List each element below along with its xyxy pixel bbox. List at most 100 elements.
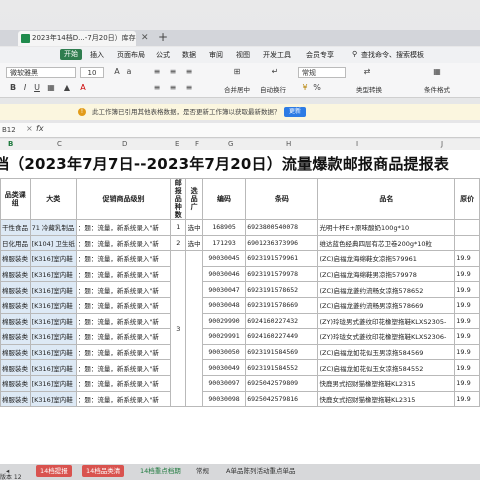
cell-product-name[interactable]: 快鹿女式招财猫橡塑拖鞋KL2315 — [317, 390, 456, 408]
table-row[interactable]: 日化用品 [K104] 卫生纸 ：题：流量，新系统录入"新 2 选中 17129… — [0, 234, 480, 252]
cell-product-name[interactable]: 维达蓝色经典四层有芯卫卷200g*10粒 — [317, 234, 456, 252]
type-convert-label[interactable]: 类型转换 — [356, 84, 382, 94]
cell-original-price[interactable]: 19.9 — [454, 312, 480, 330]
menu-member[interactable]: 会员专享 — [306, 50, 334, 60]
align-right-icon[interactable]: ≡ — [184, 83, 194, 93]
header-category-group[interactable]: 品类课组 — [0, 178, 31, 220]
sheet-tab-14-report[interactable]: 14档提报 — [36, 465, 72, 477]
cell-barcode[interactable]: 6925042579809 — [245, 374, 319, 392]
cell-category-group[interactable]: 棉服装类 — [0, 312, 31, 330]
cell-major-class[interactable]: [K316]室内鞋 — [29, 281, 77, 298]
cell-barcode[interactable]: 6923191578652 — [245, 281, 319, 298]
cell-original-price[interactable]: 19.9 — [454, 265, 480, 283]
cell-category-group[interactable]: 棉服装类 — [0, 343, 31, 361]
type-convert-icon[interactable]: ⇄ — [362, 67, 372, 77]
merge-center-label[interactable]: 合并居中 — [224, 84, 250, 94]
cell-barcode[interactable]: 6923191584569 — [245, 343, 319, 361]
cell-major-class[interactable]: 71 冷藏乳制品 — [29, 219, 77, 236]
header-original-price[interactable]: 原价 — [454, 178, 480, 220]
cell-original-price[interactable]: 19.9 — [454, 343, 480, 361]
font-color-icon[interactable]: A — [78, 83, 88, 93]
font-size-select[interactable]: 10 — [80, 67, 104, 78]
cell-code[interactable]: 168905 — [201, 219, 247, 236]
cell-promo-level[interactable]: ：题：流量，新系统录入"新 — [75, 359, 172, 376]
close-tab-icon[interactable]: ✕ — [141, 31, 149, 46]
cell-barcode[interactable]: 6923191579978 — [245, 265, 319, 283]
cell-code[interactable]: 90030047 — [201, 281, 247, 298]
cell-product-name[interactable]: (ZY)玲珑女式菱纹印花橡塑拖鞋KLXS2306- — [317, 328, 456, 345]
cancel-formula-icon[interactable]: × — [26, 124, 33, 133]
bold-icon[interactable]: B — [8, 83, 18, 93]
sheet-grid[interactable]: 档（2023年7月7日--2023年7月20日）流量爆款邮报商品提报表 品类课组… — [0, 150, 480, 464]
table-row[interactable]: 棉服装类 [K316]室内鞋 ：题：流量，新系统录入"新 90029991 69… — [0, 328, 480, 345]
cell-major-class[interactable]: [K316]室内鞋 — [29, 374, 77, 392]
cell-barcode[interactable]: 6925042579816 — [245, 390, 319, 408]
cell-promo-level[interactable]: ：题：流量，新系统录入"新 — [75, 296, 172, 314]
search-icon[interactable]: ⚲ — [352, 50, 357, 58]
align-left-icon[interactable]: ≡ — [152, 83, 162, 93]
column-header-f[interactable]: F — [195, 140, 199, 148]
cell-product-name[interactable]: 光明十杯E+原味酸奶100g*10 — [317, 219, 456, 236]
cell-code[interactable]: 90029991 — [201, 328, 247, 345]
cell-product-name[interactable]: (ZC)启福龙如花似玉女凉拖584552 — [317, 359, 456, 376]
cell-major-class[interactable]: [K316]室内鞋 — [29, 265, 77, 283]
cell-barcode[interactable]: 6924160227432 — [245, 312, 319, 330]
underline-icon[interactable]: U — [32, 83, 42, 93]
cell-major-class[interactable]: [K316]室内鞋 — [29, 250, 77, 267]
cell-major-class[interactable]: [K316]室内鞋 — [29, 343, 77, 361]
menu-page-layout[interactable]: 页面布局 — [117, 50, 145, 60]
cell-category-group[interactable]: 棉服装类 — [0, 359, 31, 376]
align-middle-icon[interactable]: ≡ — [168, 67, 178, 77]
column-header-c[interactable]: C — [57, 140, 62, 148]
table-row[interactable]: 棉服装类 [K316]室内鞋 ：题：流量，新系统录入"新 90030098 69… — [0, 390, 480, 408]
header-barcode[interactable]: 条码 — [245, 178, 319, 220]
cell-original-price[interactable]: 19.9 — [454, 328, 480, 345]
cell-select[interactable] — [185, 250, 203, 408]
column-header-j[interactable]: J — [441, 140, 443, 148]
table-row[interactable]: 棉服装类 [K316]室内鞋 ：题：流量，新系统录入"新 90030047 69… — [0, 281, 480, 298]
cell-code[interactable]: 90030048 — [201, 296, 247, 314]
table-row[interactable]: 棉服装类 [K316]室内鞋 ：题：流量，新系统录入"新 90029990 69… — [0, 312, 480, 330]
cell-barcode[interactable]: 6923191578669 — [245, 296, 319, 314]
wrap-text-label[interactable]: 自动换行 — [260, 84, 286, 94]
table-row[interactable]: 棉服装类 [K316]室内鞋 ：题：流量，新系统录入"新 90030048 69… — [0, 296, 480, 314]
column-header-h[interactable]: H — [286, 140, 291, 148]
cell-major-class[interactable]: [K316]室内鞋 — [29, 328, 77, 345]
cell-promo-level[interactable]: ：题：流量，新系统录入"新 — [75, 343, 172, 361]
sheet-tab-14-category[interactable]: 14档品类清 — [82, 465, 125, 477]
cell-promo-level[interactable]: ：题：流量，新系统录入"新 — [75, 312, 172, 330]
cell-original-price[interactable]: 19.9 — [454, 390, 480, 408]
number-format-select[interactable]: 常规 — [298, 67, 346, 78]
grow-font-icon[interactable]: A — [112, 67, 122, 77]
cell-major-class[interactable]: [K316]室内鞋 — [29, 359, 77, 376]
cell-product-name[interactable]: (ZY)玲珑男式菱纹印花橡塑拖鞋KLXS2305- — [317, 312, 456, 330]
table-row[interactable]: 干性食品 71 冷藏乳制品 ：题：流量，新系统录入"新 1 选中 168905 … — [0, 219, 480, 236]
cell-barcode[interactable]: 6924160227449 — [245, 328, 319, 345]
cell-product-name[interactable]: (ZC)启福龙海绵鞋男凉拖579978 — [317, 265, 456, 283]
italic-icon[interactable]: I — [20, 83, 30, 93]
menu-data[interactable]: 数据 — [182, 50, 196, 60]
cell-code[interactable]: 90030045 — [201, 250, 247, 267]
cell-product-name[interactable]: (ZC)启福龙海绵鞋女凉拖579961 — [317, 250, 456, 267]
cell-code[interactable]: 90029990 — [201, 312, 247, 330]
cell-original-price[interactable]: 19.9 — [454, 250, 480, 267]
menu-developer[interactable]: 开发工具 — [263, 50, 291, 60]
percent-icon[interactable]: % — [312, 83, 322, 93]
command-search[interactable]: 查找命令、搜索模板 — [361, 50, 424, 60]
cell-code[interactable]: 171293 — [201, 234, 247, 252]
cell-original-price[interactable]: 19.9 — [454, 359, 480, 376]
add-tab-icon[interactable]: + — [158, 29, 168, 45]
cell-promo-level[interactable]: ：题：流量，新系统录入"新 — [75, 281, 172, 298]
table-row[interactable]: 棉服装类 [K316]室内鞋 ：题：流量，新系统录入"新 90030097 69… — [0, 374, 480, 392]
cell-mail-count[interactable]: 2 — [170, 234, 187, 252]
align-center-icon[interactable]: ≡ — [168, 83, 178, 93]
cell-mail-count[interactable]: 3 — [170, 250, 187, 408]
table-row[interactable]: 棉服装类 [K316]室内鞋 ：题：流量，新系统录入"新 3 90030045 … — [0, 250, 480, 408]
cell-major-class[interactable]: [K316]室内鞋 — [29, 312, 77, 330]
cell-mail-count[interactable]: 1 — [170, 219, 187, 236]
merge-center-icon[interactable]: ⊞ — [232, 67, 242, 77]
cell-promo-level[interactable]: ：题：流量，新系统录入"新 — [75, 374, 172, 392]
cell-category-group[interactable]: 干性食品 — [0, 219, 31, 236]
conditional-format-icon[interactable]: ▦ — [432, 67, 442, 77]
cell-category-group[interactable]: 棉服装类 — [0, 250, 31, 267]
